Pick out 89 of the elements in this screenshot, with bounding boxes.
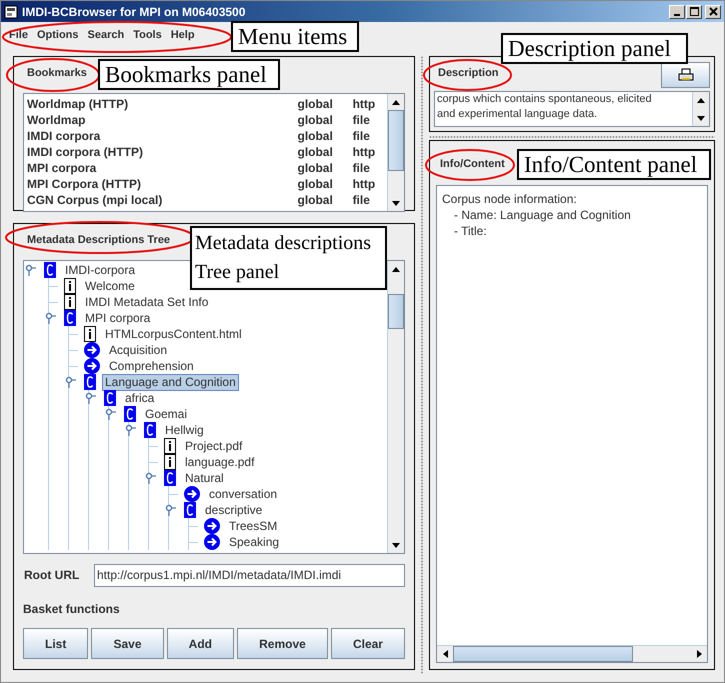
panel-title: Info/Content (440, 158, 505, 170)
corpus-icon (64, 310, 76, 326)
info-icon (84, 326, 96, 342)
tree-node[interactable]: TreesSM (226, 518, 280, 534)
bookmark-row[interactable]: Worldmap global file (24, 112, 387, 128)
expanded-handle-icon[interactable] (124, 424, 136, 436)
basket-button[interactable]: Save (91, 628, 164, 659)
tree-node[interactable]: Speaking (226, 534, 282, 550)
tree-node[interactable]: conversation (206, 486, 280, 502)
tree-node[interactable]: africa (122, 390, 158, 406)
info-icon (164, 454, 176, 470)
basket-button[interactable]: Add (166, 628, 234, 659)
tree-node[interactable]: descriptive (202, 502, 266, 518)
tree-node[interactable]: Acquisition (106, 342, 170, 358)
bookmark-row[interactable]: MPI Corpora (HTTP) global http (24, 176, 387, 192)
description-text-area[interactable]: corpus which contains spontaneous, elicited and experimental language data. (434, 91, 710, 127)
description-text: corpus which contains spontaneous, elicited (437, 92, 653, 107)
bookmark-row[interactable]: MPI corpora global file (24, 160, 387, 176)
bookmark-row[interactable]: Worldmap (HTTP) global http (24, 96, 387, 112)
callout-label: Bookmarks panel (98, 59, 280, 90)
expanded-handle-icon[interactable] (44, 312, 56, 324)
scrollbar[interactable] (387, 261, 404, 553)
panel-title: Bookmarks (27, 67, 87, 79)
tree-node[interactable]: Project.pdf (182, 438, 246, 454)
panel-title: Metadata Descriptions Tree (27, 234, 170, 246)
bookmark-row[interactable]: IMDI corpora (HTTP) global http (24, 144, 387, 160)
info-icon (164, 438, 176, 454)
close-icon (708, 7, 718, 16)
callout-label: Info/Content panel (517, 149, 711, 180)
maximize-icon (690, 7, 698, 16)
app-icon (4, 4, 18, 18)
corpus-icon (164, 470, 176, 486)
expanded-handle-icon[interactable] (104, 408, 116, 420)
scroll-thumb[interactable] (388, 294, 404, 330)
tree-node[interactable]: Hellwig (162, 422, 207, 438)
tree-node[interactable]: Comprehension (106, 358, 197, 374)
bookmark-row[interactable]: IMDI corpora global file (24, 128, 387, 144)
menu-item[interactable]: Search (88, 28, 124, 40)
tree-node[interactable]: Language and Cognition (102, 374, 239, 390)
tree-node[interactable]: IMDI Metadata Set Info (82, 294, 212, 310)
scroll-thumb[interactable] (388, 110, 404, 171)
window-title: IMDI-BCBrowser for MPI on M06403500 (22, 4, 246, 18)
info-icon (64, 294, 76, 310)
info-icon (64, 278, 76, 294)
corpus-icon (104, 390, 116, 406)
info-text: Corpus node information: (442, 192, 577, 206)
root-url-field[interactable]: http://corpus1.mpi.nl/IMDI/metadata/IMDI.imdi (94, 564, 405, 586)
tree-node[interactable]: Welcome (82, 278, 138, 294)
callout-label: Description panel (501, 33, 688, 64)
info-text: - Name: Language and Cognition (454, 208, 631, 222)
tree-node[interactable]: language.pdf (182, 454, 258, 470)
field-label: Root URL (23, 568, 80, 582)
tree-node[interactable]: Natural (182, 470, 227, 486)
basket-button[interactable]: Remove (237, 628, 328, 659)
print-button[interactable] (661, 62, 710, 88)
scroll-thumb[interactable] (453, 646, 633, 662)
menu-item[interactable]: Options (36, 28, 79, 40)
basket-button[interactable]: Clear (330, 628, 405, 659)
callout-label: Menu items (231, 21, 359, 52)
bookmark-row[interactable]: CGN Corpus (mpi local) global file (24, 192, 387, 208)
info-text: - Title: (454, 224, 487, 238)
expanded-handle-icon[interactable] (164, 504, 176, 516)
expanded-handle-icon[interactable] (144, 472, 156, 484)
scrollbar[interactable] (437, 645, 707, 662)
description-text: and experimental language data. (437, 107, 598, 122)
corpus-icon (144, 422, 156, 438)
expanded-handle-icon[interactable] (64, 376, 76, 388)
tree-node[interactable]: IMDI-corpora (62, 262, 138, 278)
menu-item[interactable]: Tools (133, 28, 162, 40)
tree-node[interactable]: MPI corpora (82, 310, 154, 326)
printer-icon (678, 68, 694, 82)
corpus-icon (124, 406, 136, 422)
minimize-button[interactable] (669, 4, 685, 18)
minimize-icon (674, 14, 680, 16)
scrollbar[interactable] (692, 92, 709, 126)
panel-title: Description (438, 67, 499, 79)
corpus-icon (84, 374, 96, 390)
expanded-handle-icon[interactable] (24, 264, 36, 276)
corpus-icon (184, 502, 196, 518)
tree-node[interactable]: HTMLcorpusContent.html (102, 326, 245, 342)
close-button[interactable] (705, 4, 721, 18)
maximize-button[interactable] (686, 4, 702, 18)
basket-button[interactable]: List (23, 628, 88, 659)
tree-node[interactable]: Goemai (142, 406, 190, 422)
scrollbar[interactable] (387, 94, 404, 211)
callout-label: Metadata descriptions Tree panel (190, 226, 387, 290)
expanded-handle-icon[interactable] (84, 392, 96, 404)
section-label: Basket functions (23, 602, 121, 616)
menu-item[interactable]: Help (170, 28, 195, 40)
